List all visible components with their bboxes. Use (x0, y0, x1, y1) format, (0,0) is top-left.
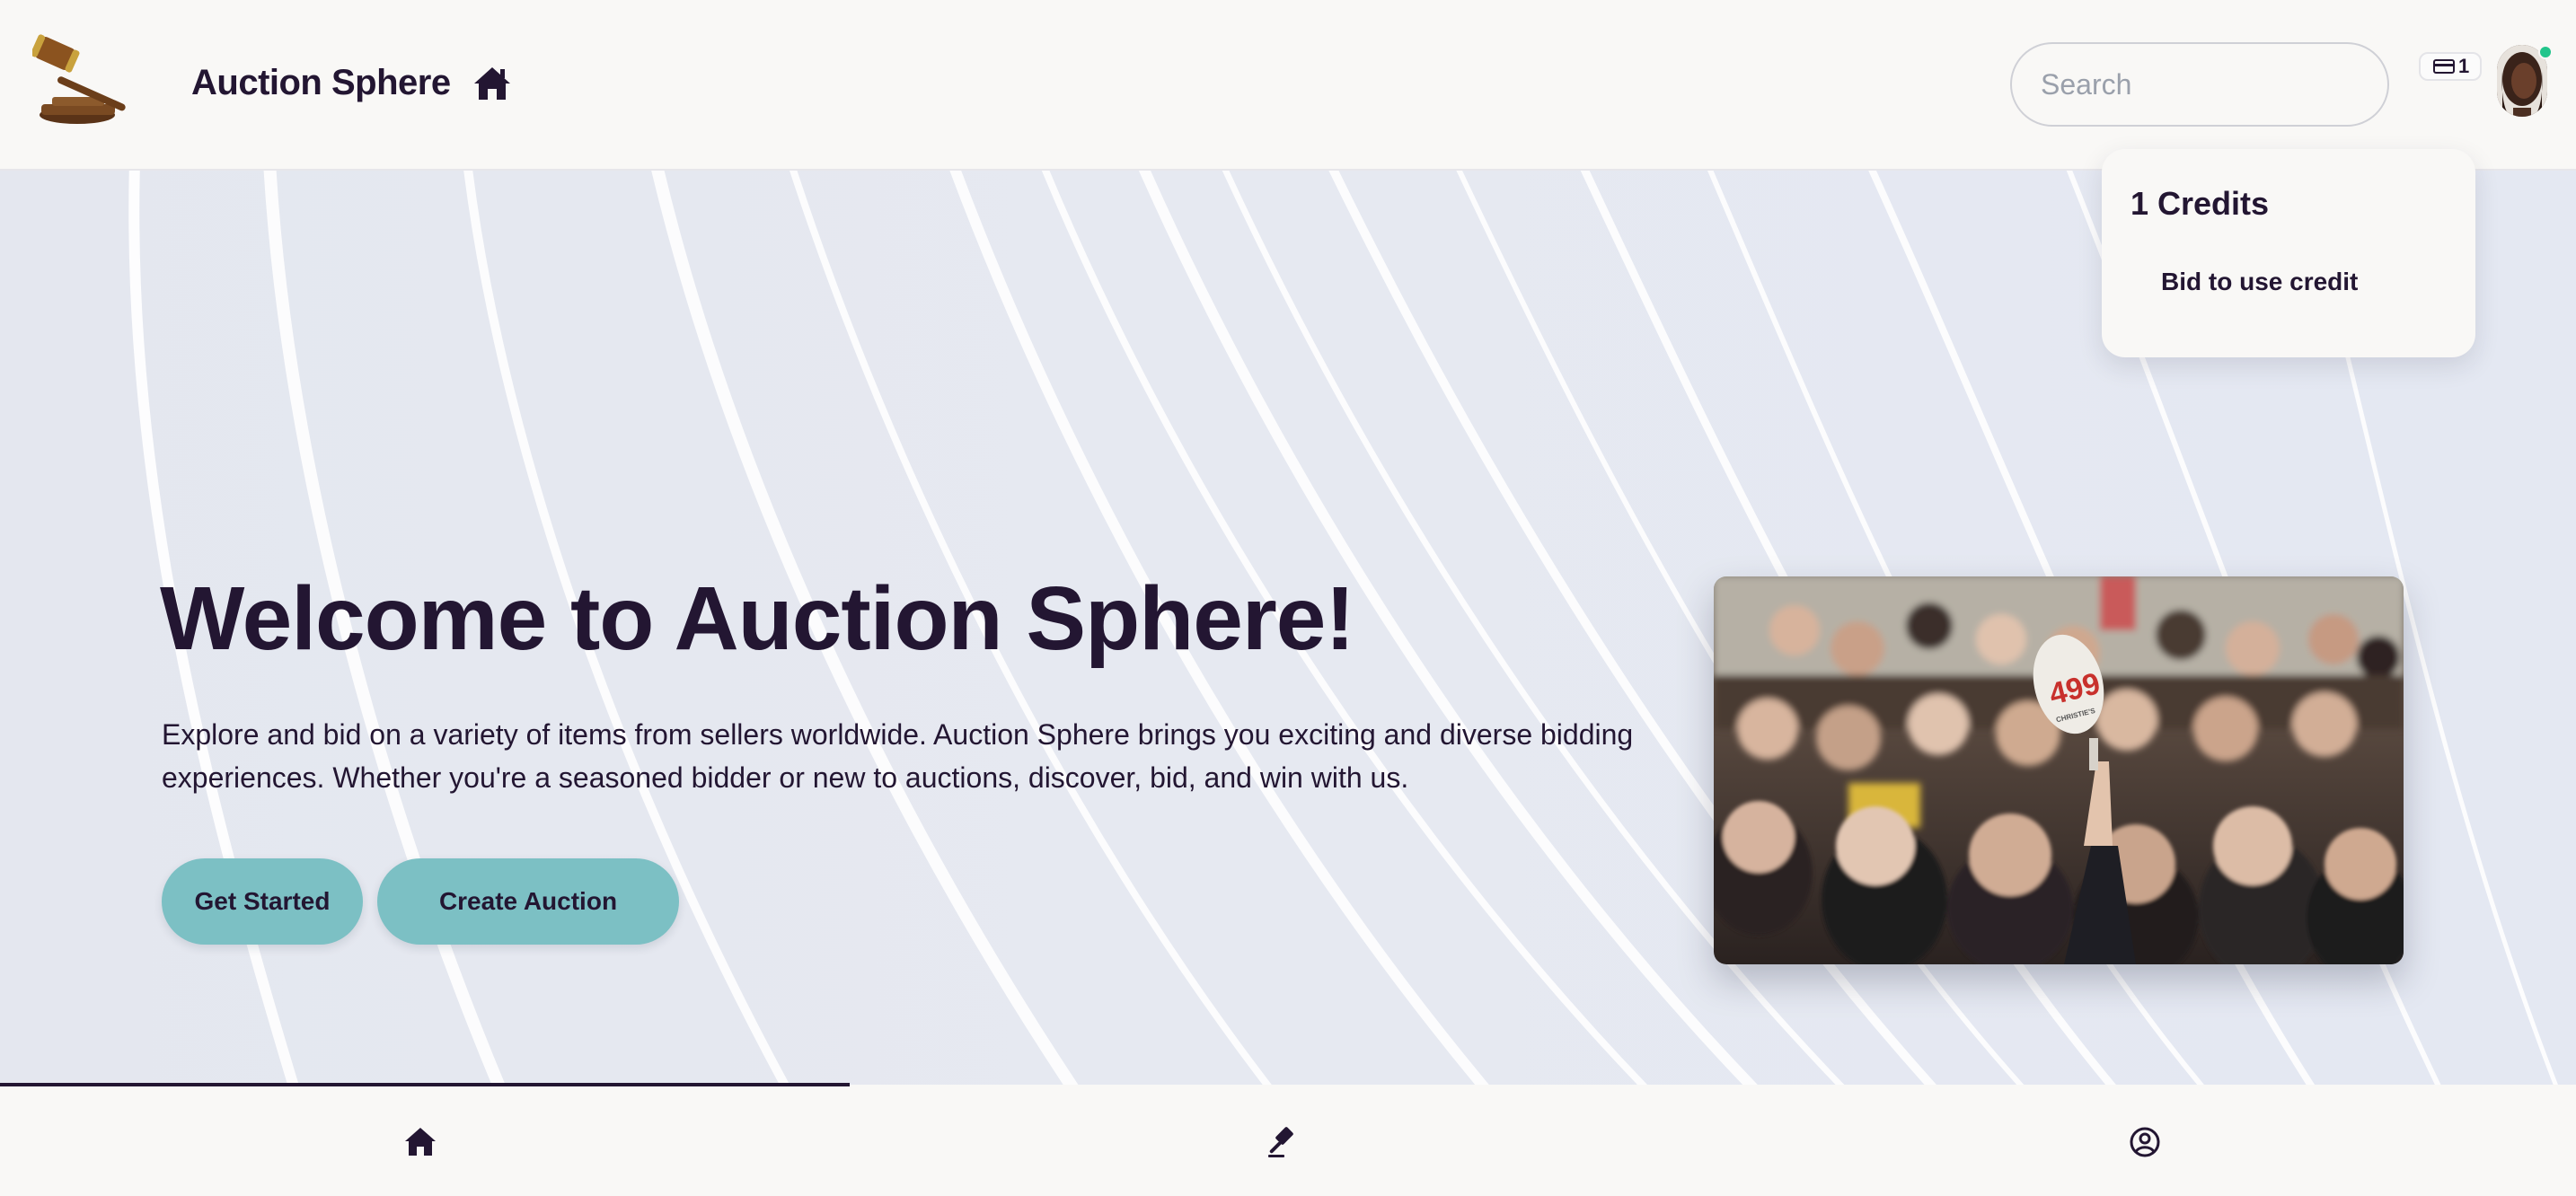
online-status-indicator (2538, 45, 2553, 59)
home-icon[interactable] (402, 1124, 438, 1160)
get-started-button[interactable]: Get Started (162, 858, 363, 945)
search-input[interactable] (2010, 42, 2389, 127)
profile-icon[interactable] (2127, 1124, 2163, 1160)
credits-dropdown-title: 1 Credits (2130, 185, 2270, 222)
hero-title: Welcome to Auction Sphere! (160, 568, 1355, 669)
bid-to-use-credit-item[interactable]: Bid to use credit (2161, 268, 2358, 296)
hero-description: Explore and bid on a variety of items fr… (162, 718, 1634, 794)
create-auction-button[interactable]: Create Auction (377, 858, 679, 945)
bottom-navigation (0, 1086, 2576, 1196)
credits-dropdown: 1 Credits Bid to use credit (2102, 149, 2475, 357)
home-icon[interactable] (472, 66, 512, 101)
credit-card-icon (2433, 59, 2455, 74)
top-navigation-bar: Auction Sphere 1 (0, 0, 2576, 171)
brand-title[interactable]: Auction Sphere (191, 63, 451, 103)
brand: Auction Sphere (191, 63, 512, 103)
app-page: Welcome to Auction Sphere! Explore and b… (0, 0, 2576, 1196)
credits-count: 1 (2458, 55, 2470, 77)
gavel-icon[interactable] (1265, 1124, 1301, 1160)
auction-crowd-image: 499 CHRISTIE'S (1714, 576, 2404, 964)
credits-badge[interactable]: 1 (2419, 52, 2483, 81)
gavel-logo-icon[interactable] (32, 34, 133, 128)
auction-room-photo: 499 CHRISTIE'S (1714, 576, 2404, 964)
